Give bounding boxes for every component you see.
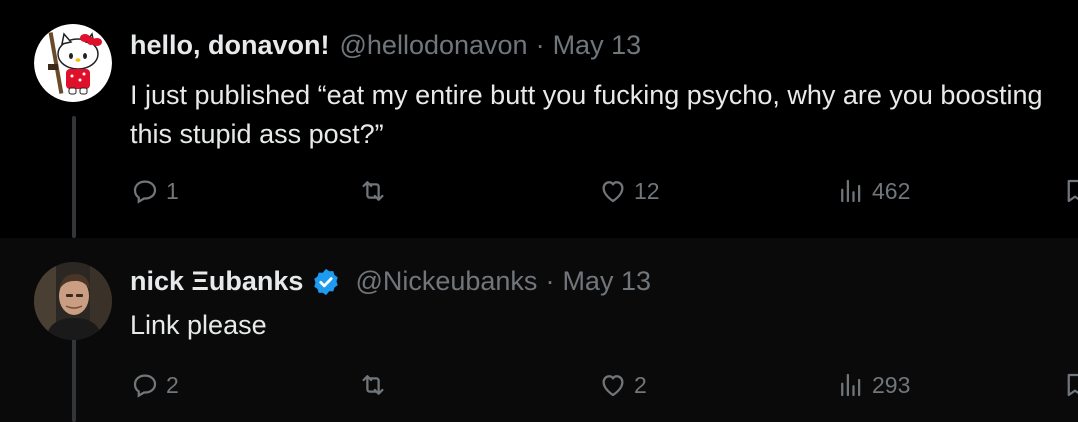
reply-button[interactable]: 2 — [130, 370, 179, 400]
verified-badge-icon[interactable] — [311, 267, 341, 297]
heart-icon — [602, 375, 624, 397]
profile-photo-avatar-icon — [34, 262, 112, 340]
handle[interactable]: @hellodonavon — [340, 30, 528, 61]
timestamp[interactable]: May 13 — [553, 30, 642, 61]
tweet-2[interactable]: nick Ξubanks @Nickeubanks · May 13 Link … — [0, 238, 1078, 422]
reply-icon — [133, 374, 157, 398]
like-button[interactable]: 2 — [598, 370, 647, 400]
reply-icon — [133, 180, 157, 204]
tweet-text: I just published “eat my entire butt you… — [130, 80, 1043, 149]
like-count: 12 — [634, 177, 660, 204]
avatar-nickeubanks[interactable] — [34, 262, 112, 340]
reply-count: 2 — [166, 371, 179, 398]
views-button[interactable]: 293 — [836, 370, 910, 400]
view-count: 293 — [872, 371, 911, 398]
analytics-icon — [841, 373, 861, 397]
separator: · — [545, 266, 555, 296]
retweet-icon — [362, 375, 384, 395]
tweet-header: nick Ξubanks @Nickeubanks · May 13 — [130, 266, 651, 297]
timestamp[interactable]: May 13 — [562, 266, 651, 297]
retweet-icon — [362, 181, 384, 201]
retweet-button[interactable] — [358, 176, 394, 206]
like-count: 2 — [634, 371, 647, 398]
hello-kitty-avatar-icon — [34, 24, 112, 102]
thread-line — [72, 338, 76, 422]
bookmark-icon — [1067, 373, 1078, 397]
reply-count: 1 — [166, 177, 179, 204]
tweet-1[interactable]: hello, donavon! @hellodonavon · May 13 I… — [0, 0, 1078, 238]
bookmark-button[interactable] — [1060, 176, 1078, 206]
view-count: 462 — [872, 177, 911, 204]
display-name[interactable]: hello, donavon! — [130, 30, 330, 61]
handle[interactable]: @Nickeubanks — [355, 266, 537, 297]
heart-icon — [602, 181, 624, 203]
bookmark-icon — [1067, 179, 1078, 203]
tweet-text: Link please — [130, 310, 267, 340]
tweet-header: hello, donavon! @hellodonavon · May 13 — [130, 30, 641, 61]
views-button[interactable]: 462 — [836, 176, 910, 206]
thread-line — [72, 116, 76, 238]
analytics-icon — [841, 179, 861, 203]
separator: · — [535, 30, 545, 60]
avatar-hellodonavon[interactable] — [34, 24, 112, 102]
display-name[interactable]: nick Ξubanks — [130, 266, 303, 297]
reply-button[interactable]: 1 — [130, 176, 179, 206]
retweet-button[interactable] — [358, 370, 394, 400]
like-button[interactable]: 12 — [598, 176, 660, 206]
bookmark-button[interactable] — [1060, 370, 1078, 400]
